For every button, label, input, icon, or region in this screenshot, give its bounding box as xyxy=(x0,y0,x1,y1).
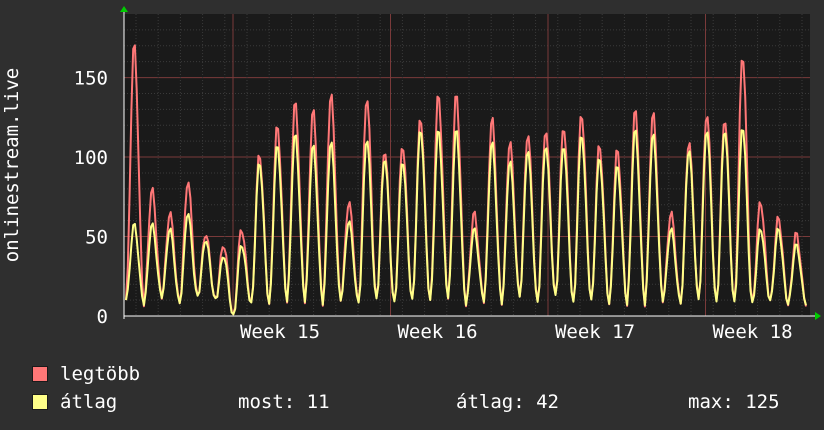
stat-max: max: 125 xyxy=(688,391,780,413)
legend-item-avg: átlag xyxy=(32,391,117,413)
legend-label-avg: átlag xyxy=(60,391,118,413)
legend-swatch-avg xyxy=(32,394,48,410)
y-axis-label: onlinestream.live xyxy=(1,68,23,262)
legend-item-max: legtöbb xyxy=(32,363,140,385)
y-axis-arrow xyxy=(120,6,128,12)
x-tick-label: Week 15 xyxy=(240,321,320,343)
x-tick-label: Week 18 xyxy=(712,321,792,343)
legend-swatch-max xyxy=(32,366,48,382)
y-tick-label: 100 xyxy=(74,147,108,169)
y-tick-label: 150 xyxy=(74,68,108,90)
x-tick-label: Week 16 xyxy=(397,321,477,343)
y-tick-label: 0 xyxy=(97,306,108,328)
legend-label-max: legtöbb xyxy=(60,363,141,385)
y-tick-label: 50 xyxy=(85,227,108,249)
x-tick-label: Week 17 xyxy=(555,321,635,343)
stat-avg: átlag: 42 xyxy=(456,391,559,413)
stat-now: most: 11 xyxy=(238,391,330,413)
x-axis-arrow xyxy=(815,312,821,320)
